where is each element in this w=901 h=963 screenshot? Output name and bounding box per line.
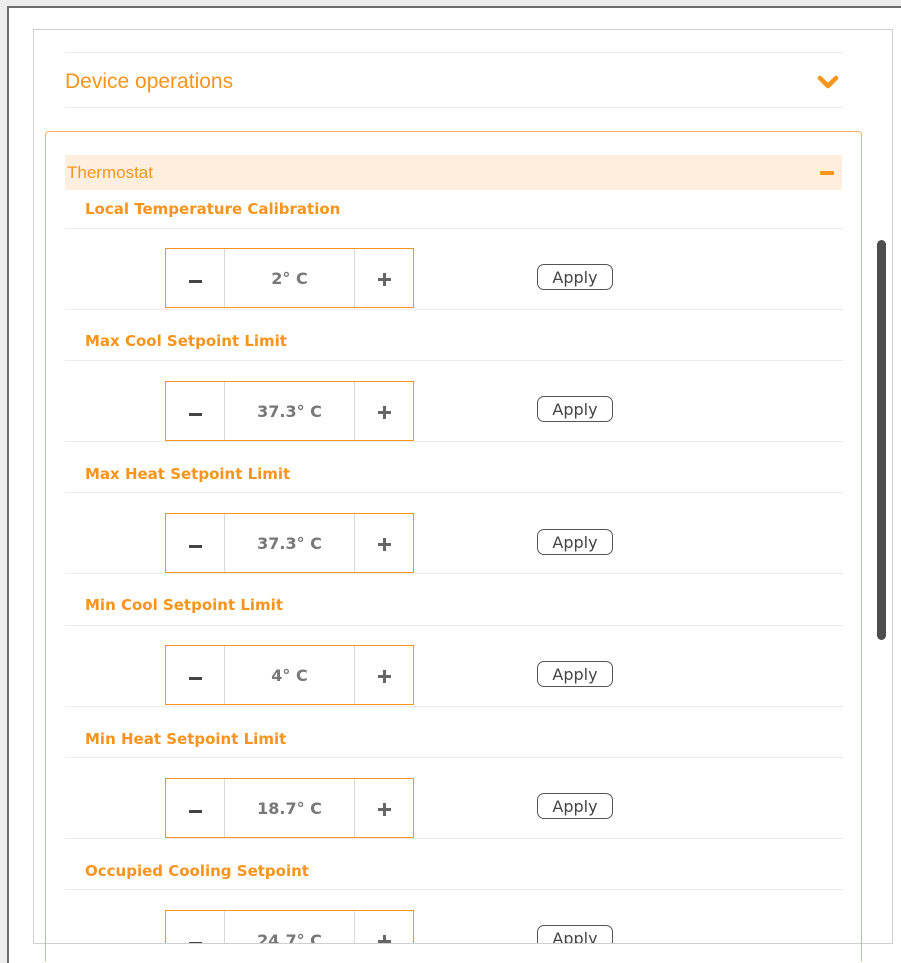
thermostat-title: Thermostat [67, 162, 153, 182]
decrement-button[interactable] [166, 911, 224, 943]
minus-icon [188, 412, 202, 416]
divider [65, 889, 843, 890]
apply-button[interactable]: Apply [537, 396, 613, 422]
increment-button[interactable] [355, 249, 413, 307]
divider [65, 441, 843, 442]
chevron-down-icon[interactable] [815, 72, 841, 92]
temperature-stepper: 24.7° C [165, 910, 414, 943]
decrement-button[interactable] [166, 514, 224, 572]
stepper-value[interactable]: 4° C [224, 646, 355, 704]
stepper-value[interactable]: 37.3° C [224, 382, 355, 440]
device-operations-accordion[interactable]: Device operations [65, 57, 843, 107]
divider [65, 309, 843, 310]
divider [65, 107, 843, 108]
setting-label-max-heat-setpoint-limit: Max Heat Setpoint Limit [85, 465, 291, 483]
temperature-stepper: 37.3° C [165, 513, 414, 573]
setting-label-occupied-cooling-setpoint: Occupied Cooling Setpoint [85, 862, 309, 880]
apply-button[interactable]: Apply [537, 793, 613, 819]
temperature-stepper: 18.7° C [165, 778, 414, 838]
plus-icon [377, 406, 391, 419]
decrement-button[interactable] [166, 646, 224, 704]
divider [65, 625, 843, 626]
minus-icon [188, 809, 202, 813]
setting-label-min-cool-setpoint-limit: Min Cool Setpoint Limit [85, 596, 283, 614]
divider [65, 52, 843, 53]
stepper-value[interactable]: 2° C [224, 249, 355, 307]
divider [65, 757, 843, 758]
divider [65, 838, 843, 839]
plus-icon [377, 803, 391, 816]
stepper-value[interactable]: 24.7° C [224, 911, 355, 943]
apply-button[interactable]: Apply [537, 264, 613, 290]
setting-label-max-cool-setpoint-limit: Max Cool Setpoint Limit [85, 332, 287, 350]
plus-icon [377, 538, 391, 551]
minus-icon [188, 544, 202, 548]
temperature-stepper: 2° C [165, 248, 414, 308]
temperature-stepper: 4° C [165, 645, 414, 705]
increment-button[interactable] [355, 382, 413, 440]
increment-button[interactable] [355, 646, 413, 704]
increment-button[interactable] [355, 911, 413, 943]
plus-icon [377, 670, 391, 683]
apply-button[interactable]: Apply [537, 661, 613, 687]
minus-icon [188, 941, 202, 943]
increment-button[interactable] [355, 779, 413, 837]
apply-button[interactable]: Apply [537, 529, 613, 555]
stepper-value[interactable]: 18.7° C [224, 779, 355, 837]
divider [65, 228, 843, 229]
device-operations-title: Device operations [65, 70, 234, 93]
setting-label-min-heat-setpoint-limit: Min Heat Setpoint Limit [85, 730, 287, 748]
thermostat-header[interactable]: Thermostat [65, 155, 842, 190]
plus-icon [377, 935, 391, 943]
decrement-button[interactable] [166, 779, 224, 837]
divider [65, 360, 843, 361]
decrement-button[interactable] [166, 382, 224, 440]
minus-icon [188, 676, 202, 680]
increment-button[interactable] [355, 514, 413, 572]
apply-button[interactable]: Apply [537, 925, 613, 943]
plus-icon [377, 273, 391, 286]
minus-icon [188, 279, 202, 283]
divider [65, 706, 843, 707]
temperature-stepper: 37.3° C [165, 381, 414, 441]
decrement-button[interactable] [166, 249, 224, 307]
collapse-icon[interactable] [820, 170, 834, 175]
setting-label-local-temperature-calibration: Local Temperature Calibration [85, 200, 341, 218]
divider [65, 492, 843, 493]
divider [65, 573, 843, 574]
stepper-value[interactable]: 37.3° C [224, 514, 355, 572]
scrollbar-thumb[interactable] [877, 240, 886, 640]
